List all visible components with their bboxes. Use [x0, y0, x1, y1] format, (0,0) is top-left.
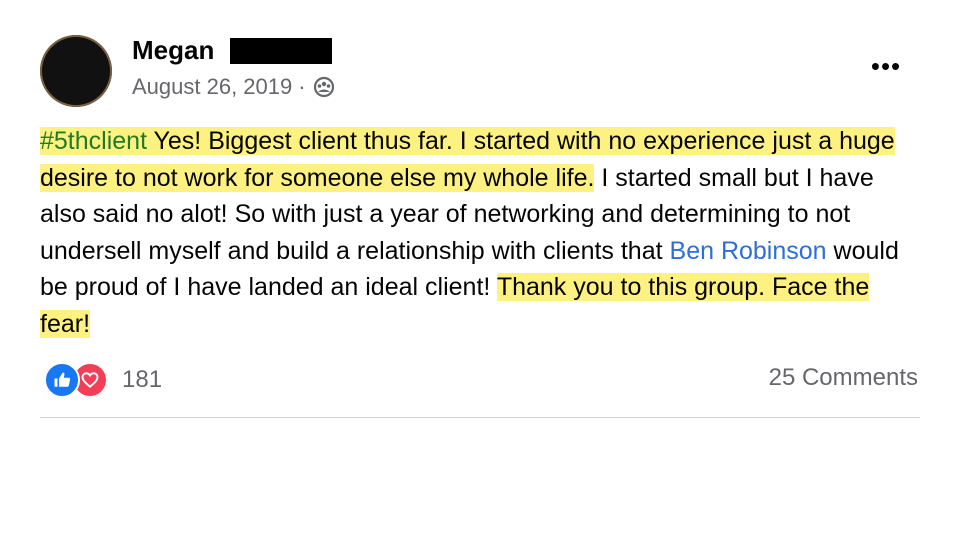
post-meta: August 26, 2019 ·	[132, 72, 336, 102]
meta-separator: ·	[298, 74, 306, 99]
author-name[interactable]: Megan	[132, 33, 214, 67]
group-audience-icon	[312, 75, 336, 99]
reaction-count: 181	[122, 366, 163, 393]
more-options-icon: •••	[870, 51, 902, 81]
avatar[interactable]	[40, 35, 112, 107]
facebook-post: Megan August 26, 2019 · ••• #5thclient Y…	[0, 0, 960, 540]
more-options-button[interactable]: •••	[866, 52, 906, 80]
post-body-text: #5thclient Yes! Biggest client thus far.…	[40, 123, 920, 342]
name-redaction-bar	[230, 38, 332, 64]
reactions-summary[interactable]: 181	[44, 362, 162, 398]
divider	[40, 417, 920, 418]
hashtag-link[interactable]: #5thclient	[40, 127, 147, 155]
mention-link[interactable]: Ben Robinson	[670, 237, 827, 265]
post-date[interactable]: August 26, 2019	[132, 72, 292, 102]
comments-count-link[interactable]: 25 Comments	[769, 362, 918, 394]
like-icon	[44, 362, 80, 398]
